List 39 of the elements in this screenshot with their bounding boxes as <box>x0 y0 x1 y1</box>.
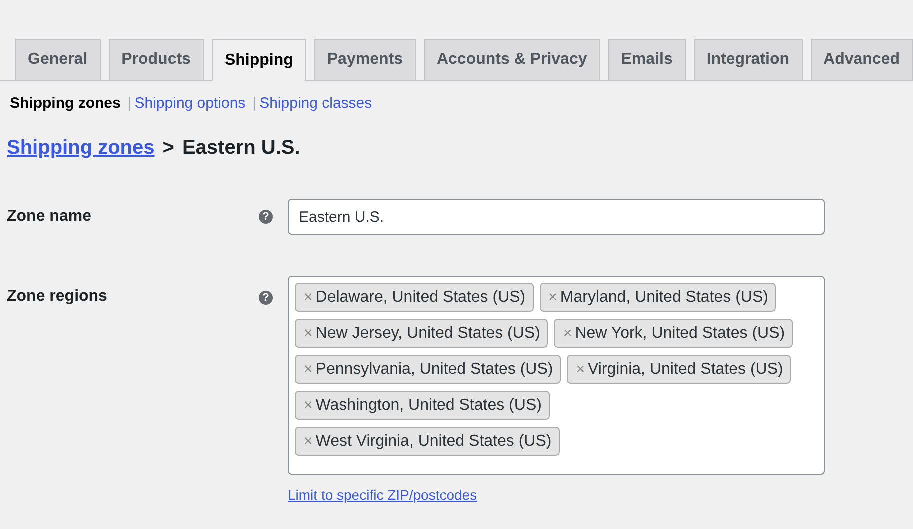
separator: | <box>128 95 132 112</box>
postcode-link[interactable]: Limit to specific ZIP/postcodes <box>288 487 825 503</box>
zone-name-field[interactable]: Eastern U.S. <box>288 199 825 235</box>
remove-button[interactable]: × <box>576 361 585 378</box>
region-name: Delaware, United States (US) <box>316 288 526 306</box>
remove-button[interactable]: × <box>304 325 313 342</box>
help-icon[interactable]: ? <box>259 210 273 224</box>
settings-tab[interactable]: Advanced <box>810 39 913 80</box>
field-label: Zone name <box>7 208 92 226</box>
separator: | <box>252 95 257 112</box>
field-label: Zone regions <box>7 288 108 306</box>
region-name: West Virginia, United States (US) <box>316 432 552 450</box>
region-name: Maryland, United States (US) <box>560 288 768 306</box>
remove-button[interactable]: × <box>563 325 572 342</box>
breadcrumb-link[interactable]: Shipping zones <box>7 137 155 160</box>
remove-button[interactable]: × <box>548 289 558 306</box>
remove-button[interactable]: × <box>304 289 313 306</box>
subnav-link[interactable]: Shipping classes <box>260 95 372 112</box>
region-name: New Jersey, United States (US) <box>316 324 540 342</box>
settings-tab[interactable]: Accounts & Privacy <box>424 39 600 80</box>
help-icon[interactable]: ? <box>259 291 273 305</box>
settings-tab[interactable]: General <box>15 39 101 80</box>
remove-button[interactable]: × <box>304 433 313 450</box>
subnav-link[interactable]: Shipping zones <box>10 95 121 112</box>
settings-tab[interactable]: Products <box>108 39 204 80</box>
remove-button[interactable]: × <box>304 361 313 378</box>
region-name: Washington, United States (US) <box>316 396 542 414</box>
remove-button[interactable]: × <box>304 397 313 414</box>
settings-tab[interactable]: Integration <box>694 39 803 80</box>
region-name: New York, United States (US) <box>575 324 786 342</box>
region-name: Pennsylvania, United States (US) <box>316 360 554 378</box>
settings-tab[interactable]: Emails <box>608 39 686 80</box>
breadcrumb-separator: > <box>162 137 174 160</box>
region-name: Virginia, United States (US) <box>588 360 784 378</box>
settings-tab[interactable]: Shipping <box>212 39 306 81</box>
settings-tab[interactable]: Payments <box>314 39 416 80</box>
page-title: Eastern U.S. <box>182 137 300 160</box>
zone-regions-field[interactable] <box>288 276 825 475</box>
subnav-link[interactable]: Shipping options <box>134 95 246 112</box>
